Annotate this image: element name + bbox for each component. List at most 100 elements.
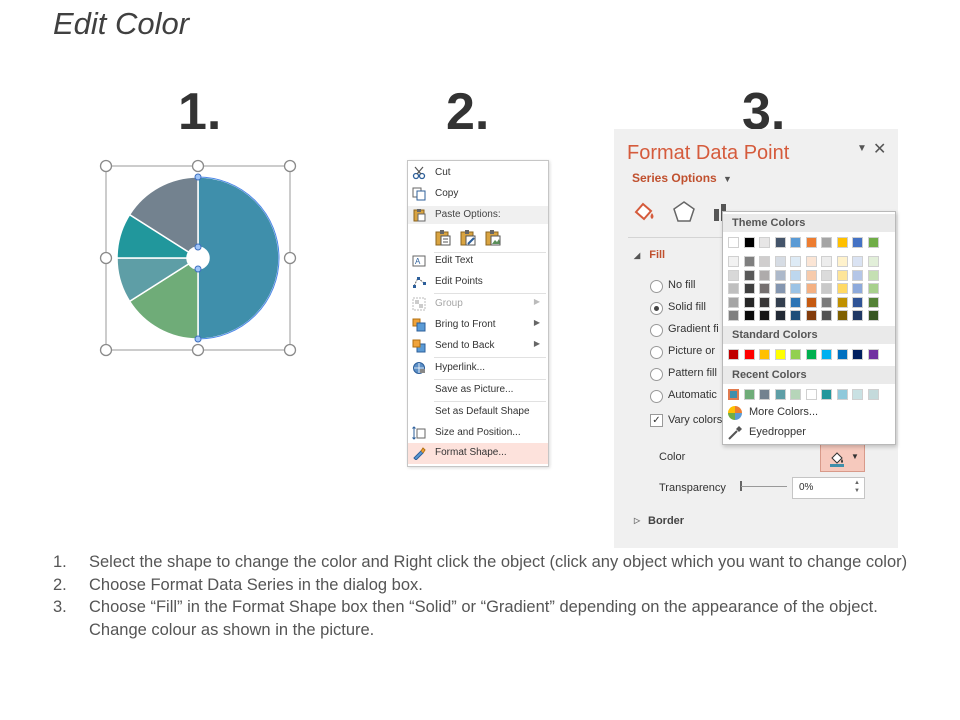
menu-item-size-and-position[interactable]: Size and Position... <box>408 423 548 443</box>
radio-button[interactable] <box>650 302 663 315</box>
theme-shade-swatch[interactable] <box>790 256 801 267</box>
resize-handle[interactable] <box>283 251 297 265</box>
menu-item-save-as-picture[interactable]: Save as Picture... <box>408 380 548 400</box>
paste-keep-source-icon[interactable] <box>434 229 452 247</box>
theme-color-swatch[interactable] <box>743 237 755 248</box>
theme-color-swatch[interactable] <box>805 237 817 248</box>
theme-shade-swatch[interactable] <box>821 269 832 281</box>
theme-shade-swatch[interactable] <box>743 283 755 294</box>
resize-handle[interactable] <box>283 159 297 173</box>
recent-color-swatch[interactable] <box>867 389 879 400</box>
point-handle[interactable] <box>194 335 202 343</box>
resize-handle[interactable] <box>191 343 205 357</box>
theme-shade-swatch[interactable] <box>774 269 786 281</box>
menu-item-format-shape[interactable]: Format Shape... <box>408 443 548 464</box>
recent-color-swatch[interactable] <box>852 389 863 400</box>
recent-color-swatch[interactable] <box>821 389 832 400</box>
standard-color-swatch[interactable] <box>852 349 863 360</box>
recent-color-swatch[interactable] <box>805 389 817 400</box>
theme-shade-swatch[interactable] <box>774 283 786 294</box>
menu-item-cut[interactable]: Cut <box>408 163 548 183</box>
fill-section-header[interactable]: ◢ Fill <box>634 249 665 261</box>
panel-options-chevron-icon[interactable]: ▼ <box>857 143 867 154</box>
theme-shade-swatch[interactable] <box>867 256 879 267</box>
theme-shade-swatch[interactable] <box>790 296 801 308</box>
theme-color-swatch[interactable] <box>867 237 879 248</box>
theme-shade-swatch[interactable] <box>805 296 817 308</box>
transparency-slider[interactable] <box>741 486 787 487</box>
menu-item-edit-points[interactable]: Edit Points <box>408 272 548 292</box>
radio-button[interactable] <box>650 280 663 293</box>
theme-shade-swatch[interactable] <box>867 269 879 281</box>
recent-color-swatch[interactable] <box>728 389 739 400</box>
theme-shade-swatch[interactable] <box>852 269 863 281</box>
theme-shade-swatch[interactable] <box>821 310 832 321</box>
menu-item-edit-text[interactable]: A Edit Text <box>408 251 548 271</box>
theme-color-swatch[interactable] <box>836 237 848 248</box>
fill-line-tab-icon[interactable] <box>631 199 657 225</box>
theme-shade-swatch[interactable] <box>759 283 770 294</box>
theme-shade-swatch[interactable] <box>805 283 817 294</box>
theme-shade-swatch[interactable] <box>759 310 770 321</box>
theme-shade-swatch[interactable] <box>743 296 755 308</box>
paste-picture-icon[interactable] <box>484 229 502 247</box>
theme-shade-swatch[interactable] <box>759 256 770 267</box>
theme-shade-swatch[interactable] <box>790 269 801 281</box>
menu-item-send-to-back[interactable]: Send to Back ▶ <box>408 336 548 356</box>
theme-shade-swatch[interactable] <box>728 310 739 321</box>
pie-slice-1[interactable] <box>197 176 280 340</box>
border-section-header[interactable]: ▷ Border <box>634 515 684 527</box>
theme-shade-swatch[interactable] <box>836 283 848 294</box>
theme-shade-swatch[interactable] <box>805 269 817 281</box>
theme-shade-swatch[interactable] <box>836 296 848 308</box>
radio-button[interactable] <box>650 324 663 337</box>
theme-shade-swatch[interactable] <box>821 296 832 308</box>
close-icon[interactable]: ✕ <box>873 139 886 159</box>
theme-shade-swatch[interactable] <box>867 310 879 321</box>
theme-shade-swatch[interactable] <box>852 283 863 294</box>
theme-shade-swatch[interactable] <box>852 310 863 321</box>
fill-color-button[interactable]: ▼ <box>820 443 865 472</box>
theme-shade-swatch[interactable] <box>836 256 848 267</box>
radio-button[interactable] <box>650 390 663 403</box>
theme-color-swatch[interactable] <box>759 237 770 248</box>
menu-item-set-default-shape[interactable]: Set as Default Shape <box>408 402 548 422</box>
theme-shade-swatch[interactable] <box>821 256 832 267</box>
theme-shade-swatch[interactable] <box>805 256 817 267</box>
theme-color-swatch[interactable] <box>852 237 863 248</box>
standard-color-swatch[interactable] <box>821 349 832 360</box>
theme-color-swatch[interactable] <box>790 237 801 248</box>
standard-color-swatch[interactable] <box>790 349 801 360</box>
pie-chart-graphic[interactable] <box>96 156 300 360</box>
theme-color-swatch[interactable] <box>728 237 739 248</box>
theme-color-swatch[interactable] <box>821 237 832 248</box>
menu-item-copy[interactable]: Copy <box>408 184 548 204</box>
point-handle[interactable] <box>194 265 202 273</box>
resize-handle[interactable] <box>191 159 205 173</box>
theme-shade-swatch[interactable] <box>790 310 801 321</box>
theme-shade-swatch[interactable] <box>743 269 755 281</box>
menu-item-bring-to-front[interactable]: Bring to Front ▶ <box>408 315 548 335</box>
theme-shade-swatch[interactable] <box>728 269 739 281</box>
menu-item-hyperlink[interactable]: Hyperlink... <box>408 358 548 378</box>
spinner-icon[interactable]: ▲ ▼ <box>854 479 860 495</box>
theme-shade-swatch[interactable] <box>728 283 739 294</box>
theme-shade-swatch[interactable] <box>867 283 879 294</box>
theme-shade-swatch[interactable] <box>728 256 739 267</box>
recent-color-swatch[interactable] <box>774 389 786 400</box>
theme-shade-swatch[interactable] <box>805 310 817 321</box>
theme-shade-swatch[interactable] <box>852 256 863 267</box>
radio-button[interactable] <box>650 368 663 381</box>
standard-color-swatch[interactable] <box>728 349 739 360</box>
theme-shade-swatch[interactable] <box>774 296 786 308</box>
effects-tab-icon[interactable] <box>671 199 697 225</box>
checkbox[interactable]: ✓ <box>650 414 663 427</box>
paste-use-destination-icon[interactable] <box>459 229 477 247</box>
standard-color-swatch[interactable] <box>774 349 786 360</box>
theme-shade-swatch[interactable] <box>821 283 832 294</box>
standard-color-swatch[interactable] <box>805 349 817 360</box>
recent-color-swatch[interactable] <box>743 389 755 400</box>
point-handle[interactable] <box>194 173 202 181</box>
theme-color-swatch[interactable] <box>774 237 786 248</box>
recent-color-swatch[interactable] <box>790 389 801 400</box>
